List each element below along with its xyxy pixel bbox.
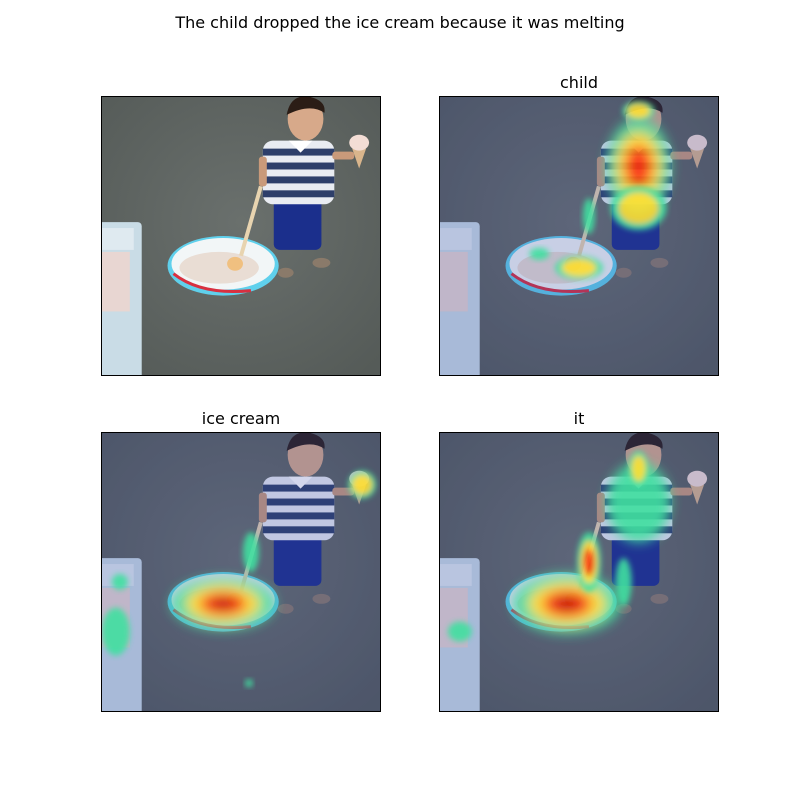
panel-it-heatmap [439, 432, 719, 712]
figure-title: The child dropped the ice cream because … [175, 13, 625, 32]
bowl [167, 236, 279, 296]
tint-overlay [102, 433, 380, 711]
white-container [102, 222, 142, 375]
panel-title-it: it [573, 409, 585, 428]
panel-title-ice-cream: ice cream [201, 409, 281, 428]
panel-ice-cream-heatmap [101, 432, 381, 712]
ground [102, 97, 380, 375]
tint-overlay [440, 97, 718, 375]
panel-child-heatmap [439, 96, 719, 376]
panel-title-child: child [560, 73, 598, 92]
panel-original [101, 96, 381, 376]
